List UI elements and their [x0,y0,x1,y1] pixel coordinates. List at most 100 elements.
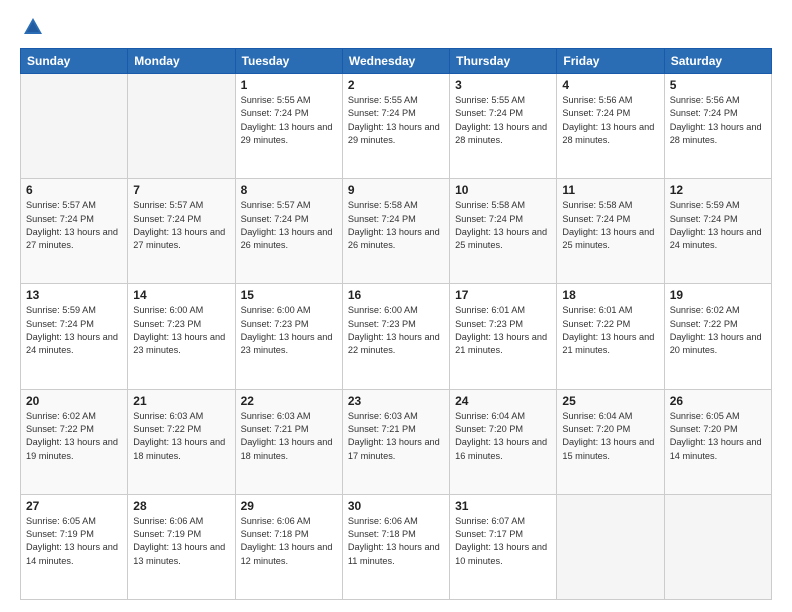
calendar-header-row: SundayMondayTuesdayWednesdayThursdayFrid… [21,49,772,74]
day-number: 29 [241,499,337,513]
day-info: Sunrise: 6:06 AM Sunset: 7:18 PM Dayligh… [348,515,444,568]
day-number: 3 [455,78,551,92]
day-number: 31 [455,499,551,513]
day-number: 23 [348,394,444,408]
calendar-cell: 21 Sunrise: 6:03 AM Sunset: 7:22 PM Dayli… [128,389,235,494]
calendar-cell: 29 Sunrise: 6:06 AM Sunset: 7:18 PM Dayli… [235,494,342,599]
day-info: Sunrise: 5:55 AM Sunset: 7:24 PM Dayligh… [348,94,444,147]
day-info: Sunrise: 5:57 AM Sunset: 7:24 PM Dayligh… [26,199,122,252]
day-number: 4 [562,78,658,92]
day-number: 30 [348,499,444,513]
calendar-cell: 9 Sunrise: 5:58 AM Sunset: 7:24 PM Daylig… [342,179,449,284]
day-number: 7 [133,183,229,197]
day-number: 14 [133,288,229,302]
calendar-cell: 2 Sunrise: 5:55 AM Sunset: 7:24 PM Daylig… [342,74,449,179]
calendar-cell: 12Sunrise: 5:59 AM Sunset: 7:24 PM Dayli… [664,179,771,284]
calendar-cell [664,494,771,599]
calendar-cell: 23 Sunrise: 6:03 AM Sunset: 7:21 PM Dayli… [342,389,449,494]
day-info: Sunrise: 5:59 AM Sunset: 7:24 PM Dayligh… [26,304,122,357]
day-info: Sunrise: 6:07 AM Sunset: 7:17 PM Dayligh… [455,515,551,568]
calendar-cell: 19Sunrise: 6:02 AM Sunset: 7:22 PM Dayli… [664,284,771,389]
day-number: 1 [241,78,337,92]
calendar-cell: 13 Sunrise: 5:59 AM Sunset: 7:24 PM Dayli… [21,284,128,389]
calendar-cell: 14 Sunrise: 6:00 AM Sunset: 7:23 PM Dayli… [128,284,235,389]
day-number: 21 [133,394,229,408]
calendar-cell: 18Sunrise: 6:01 AM Sunset: 7:22 PM Dayli… [557,284,664,389]
day-info: Sunrise: 6:06 AM Sunset: 7:18 PM Dayligh… [241,515,337,568]
day-info: Sunrise: 6:01 AM Sunset: 7:23 PM Dayligh… [455,304,551,357]
day-number: 10 [455,183,551,197]
day-info: Sunrise: 6:03 AM Sunset: 7:21 PM Dayligh… [348,410,444,463]
week-row-2: 6Sunrise: 5:57 AM Sunset: 7:24 PM Daylig… [21,179,772,284]
week-row-1: 1 Sunrise: 5:55 AM Sunset: 7:24 PM Daylig… [21,74,772,179]
day-number: 20 [26,394,122,408]
header-saturday: Saturday [664,49,771,74]
day-number: 9 [348,183,444,197]
day-info: Sunrise: 6:00 AM Sunset: 7:23 PM Dayligh… [133,304,229,357]
header-tuesday: Tuesday [235,49,342,74]
week-row-4: 20 Sunrise: 6:02 AM Sunset: 7:22 PM Dayli… [21,389,772,494]
header [20,16,772,38]
calendar-cell: 20 Sunrise: 6:02 AM Sunset: 7:22 PM Dayli… [21,389,128,494]
day-info: Sunrise: 5:55 AM Sunset: 7:24 PM Dayligh… [455,94,551,147]
calendar-cell: 5 Sunrise: 5:56 AM Sunset: 7:24 PM Daylig… [664,74,771,179]
calendar-cell: 6Sunrise: 5:57 AM Sunset: 7:24 PM Daylig… [21,179,128,284]
day-info: Sunrise: 5:57 AM Sunset: 7:24 PM Dayligh… [133,199,229,252]
header-monday: Monday [128,49,235,74]
week-row-3: 13 Sunrise: 5:59 AM Sunset: 7:24 PM Dayli… [21,284,772,389]
day-info: Sunrise: 5:58 AM Sunset: 7:24 PM Dayligh… [455,199,551,252]
header-friday: Friday [557,49,664,74]
calendar-cell: 26 Sunrise: 6:05 AM Sunset: 7:20 PM Dayli… [664,389,771,494]
calendar-cell: 24 Sunrise: 6:04 AM Sunset: 7:20 PM Dayli… [450,389,557,494]
day-info: Sunrise: 6:06 AM Sunset: 7:19 PM Dayligh… [133,515,229,568]
calendar-cell [128,74,235,179]
day-number: 11 [562,183,658,197]
calendar-cell: 8Sunrise: 5:57 AM Sunset: 7:24 PM Daylig… [235,179,342,284]
page: SundayMondayTuesdayWednesdayThursdayFrid… [0,0,792,612]
day-number: 26 [670,394,766,408]
day-info: Sunrise: 6:03 AM Sunset: 7:22 PM Dayligh… [133,410,229,463]
header-sunday: Sunday [21,49,128,74]
day-info: Sunrise: 6:05 AM Sunset: 7:19 PM Dayligh… [26,515,122,568]
day-number: 24 [455,394,551,408]
calendar-cell: 1Sunrise: 5:55 AM Sunset: 7:24 PM Daylig… [235,74,342,179]
calendar-cell: 16 Sunrise: 6:00 AM Sunset: 7:23 PM Dayli… [342,284,449,389]
calendar-cell: 15 Sunrise: 6:00 AM Sunset: 7:23 PM Dayli… [235,284,342,389]
day-number: 8 [241,183,337,197]
calendar-cell [557,494,664,599]
day-number: 15 [241,288,337,302]
day-number: 2 [348,78,444,92]
day-info: Sunrise: 6:03 AM Sunset: 7:21 PM Dayligh… [241,410,337,463]
day-info: Sunrise: 5:58 AM Sunset: 7:24 PM Dayligh… [348,199,444,252]
logo-icon [22,16,44,38]
day-number: 27 [26,499,122,513]
day-info: Sunrise: 6:04 AM Sunset: 7:20 PM Dayligh… [455,410,551,463]
calendar-cell: 27 Sunrise: 6:05 AM Sunset: 7:19 PM Dayli… [21,494,128,599]
header-wednesday: Wednesday [342,49,449,74]
day-info: Sunrise: 5:58 AM Sunset: 7:24 PM Dayligh… [562,199,658,252]
calendar-cell: 11 Sunrise: 5:58 AM Sunset: 7:24 PM Dayli… [557,179,664,284]
day-info: Sunrise: 5:59 AM Sunset: 7:24 PM Dayligh… [670,199,766,252]
day-info: Sunrise: 6:04 AM Sunset: 7:20 PM Dayligh… [562,410,658,463]
day-info: Sunrise: 6:00 AM Sunset: 7:23 PM Dayligh… [348,304,444,357]
day-number: 22 [241,394,337,408]
day-number: 13 [26,288,122,302]
calendar-cell [21,74,128,179]
day-number: 16 [348,288,444,302]
day-info: Sunrise: 6:02 AM Sunset: 7:22 PM Dayligh… [670,304,766,357]
calendar-cell: 28 Sunrise: 6:06 AM Sunset: 7:19 PM Dayli… [128,494,235,599]
day-info: Sunrise: 5:56 AM Sunset: 7:24 PM Dayligh… [670,94,766,147]
day-number: 28 [133,499,229,513]
day-info: Sunrise: 6:02 AM Sunset: 7:22 PM Dayligh… [26,410,122,463]
calendar-cell: 10 Sunrise: 5:58 AM Sunset: 7:24 PM Dayli… [450,179,557,284]
day-info: Sunrise: 6:01 AM Sunset: 7:22 PM Dayligh… [562,304,658,357]
header-thursday: Thursday [450,49,557,74]
day-info: Sunrise: 6:05 AM Sunset: 7:20 PM Dayligh… [670,410,766,463]
day-info: Sunrise: 6:00 AM Sunset: 7:23 PM Dayligh… [241,304,337,357]
calendar-cell: 25Sunrise: 6:04 AM Sunset: 7:20 PM Dayli… [557,389,664,494]
calendar-cell: 17 Sunrise: 6:01 AM Sunset: 7:23 PM Dayli… [450,284,557,389]
calendar-cell: 7 Sunrise: 5:57 AM Sunset: 7:24 PM Daylig… [128,179,235,284]
calendar-cell: 22 Sunrise: 6:03 AM Sunset: 7:21 PM Dayli… [235,389,342,494]
day-number: 5 [670,78,766,92]
day-number: 17 [455,288,551,302]
